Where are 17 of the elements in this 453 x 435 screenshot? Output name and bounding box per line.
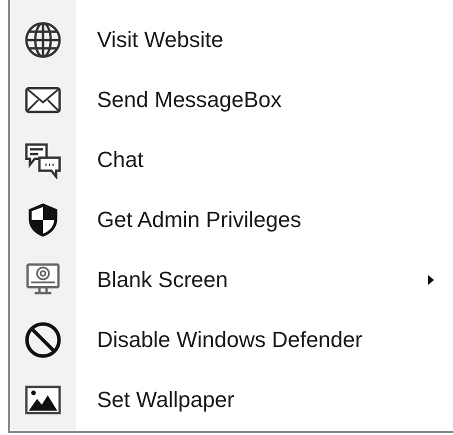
menu-item[interactable]: Chat [10, 130, 453, 190]
menu-item-label: Visit Website [97, 27, 224, 53]
menu-item[interactable]: Disable Windows Defender [10, 310, 453, 370]
menu-item-label: Set Wallpaper [97, 387, 234, 413]
menu-item-label: Send MessageBox [97, 87, 282, 113]
menu-item[interactable]: Send MessageBox [10, 70, 453, 130]
menu-item-label: Disable Windows Defender [97, 327, 362, 353]
globe-icon [24, 21, 62, 59]
menu-item[interactable]: Blank Screen [10, 250, 453, 310]
chat-icon [24, 141, 62, 179]
prohibited-icon [24, 321, 62, 359]
menu-item-label: Chat [97, 147, 144, 173]
menu-item[interactable]: Get Admin Privileges [10, 190, 453, 250]
menu-item[interactable]: Visit Website [10, 10, 453, 70]
menu-item-label: Get Admin Privileges [97, 207, 302, 233]
menu-item[interactable]: Set Wallpaper [10, 370, 453, 430]
menu-item-label: Blank Screen [97, 267, 228, 293]
